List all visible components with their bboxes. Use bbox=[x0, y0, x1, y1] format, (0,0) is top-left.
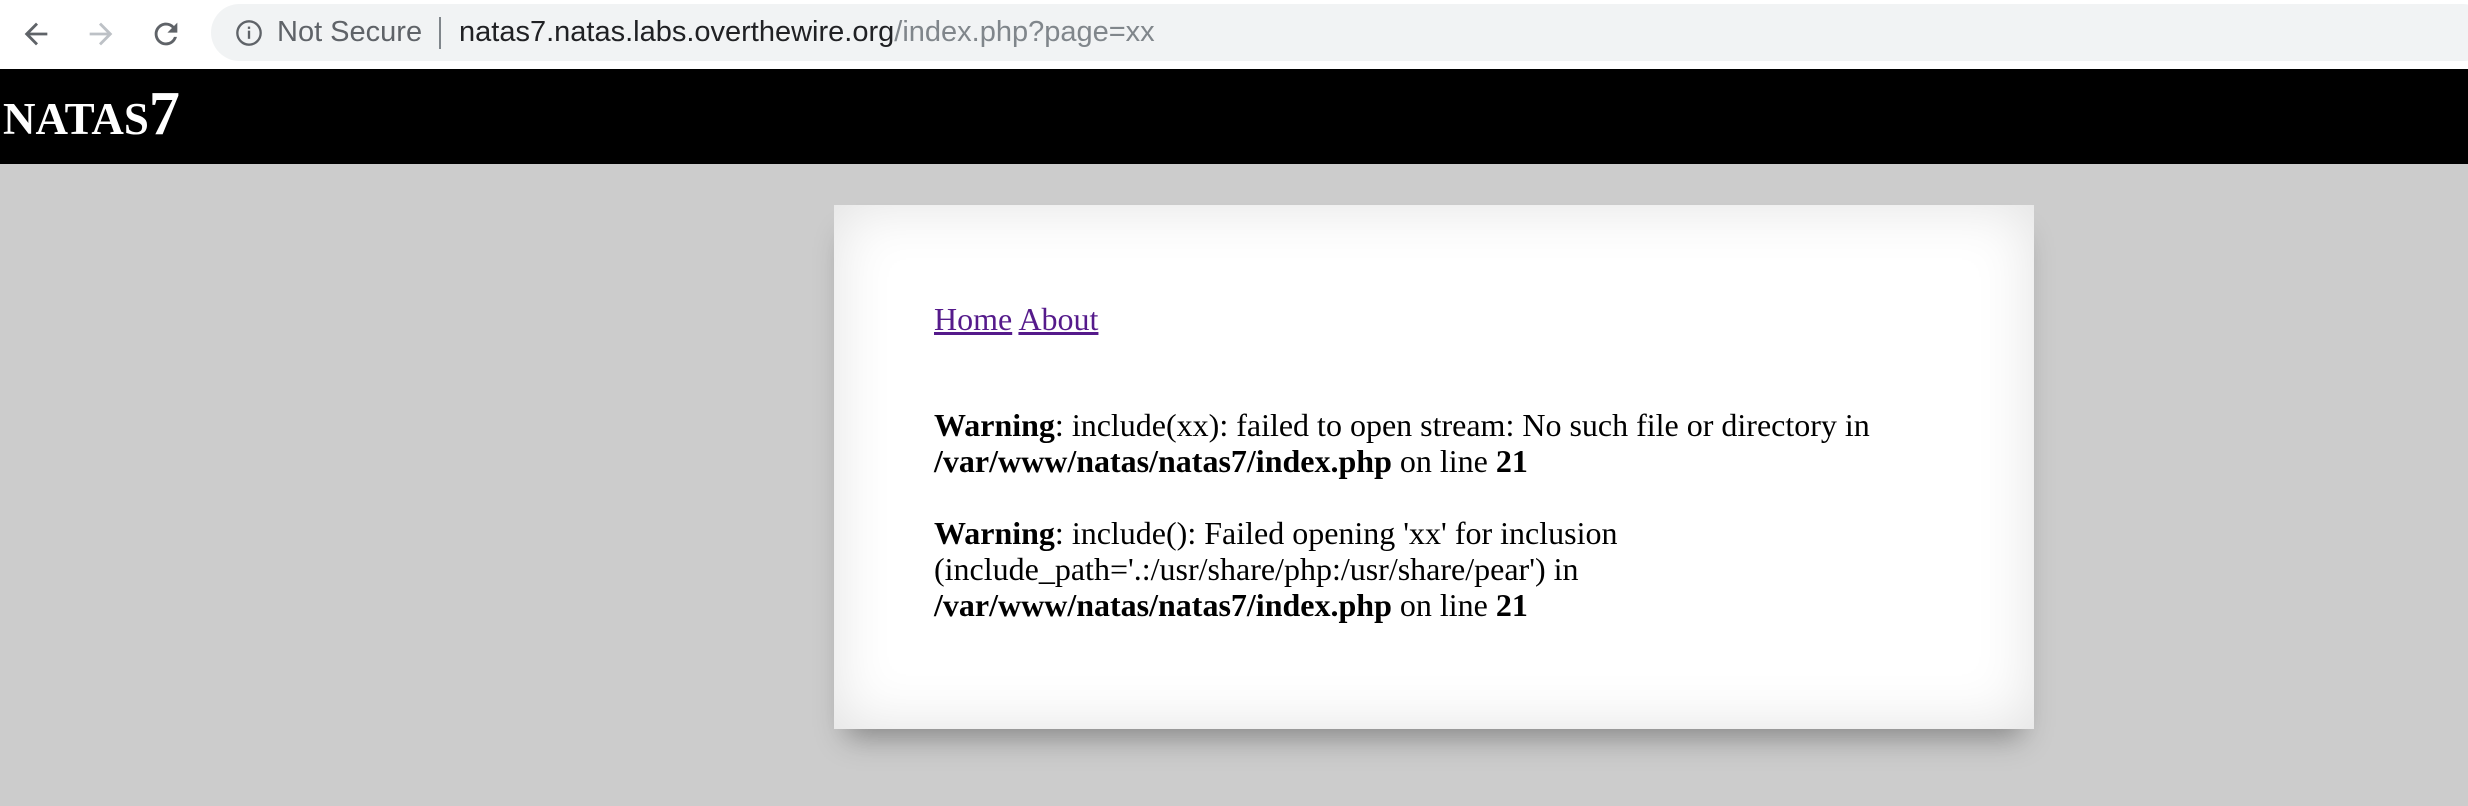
back-button[interactable] bbox=[12, 10, 60, 58]
warning-file-path: /var/www/natas/natas7/index.php bbox=[934, 443, 1392, 479]
reload-button[interactable] bbox=[142, 10, 190, 58]
url-text[interactable]: natas7.natas.labs.overthewire.org/index.… bbox=[459, 14, 1155, 50]
php-warning: Warning: include(xx): failed to open str… bbox=[934, 407, 1914, 479]
info-icon[interactable] bbox=[235, 19, 263, 47]
warning-label: Warning bbox=[934, 515, 1055, 551]
url-path: /index.php?page=xx bbox=[894, 16, 1155, 48]
php-warning: Warning: include(): Failed opening 'xx' … bbox=[934, 515, 1914, 623]
warning-on-line: on line bbox=[1391, 443, 1496, 479]
url-host: natas7.natas.labs.overthewire.org bbox=[459, 16, 895, 48]
omnibox-divider bbox=[439, 17, 441, 49]
browser-toolbar: Not Secure natas7.natas.labs.overthewire… bbox=[0, 0, 2468, 69]
site-title-prefix: NATAS bbox=[3, 94, 149, 144]
site-title-number: 7 bbox=[148, 80, 180, 148]
site-title: NATAS7 bbox=[3, 83, 180, 145]
warning-line-number: 21 bbox=[1495, 587, 1528, 623]
forward-arrow-icon bbox=[89, 22, 113, 46]
warning-message: : include(xx): failed to open stream: No… bbox=[1054, 407, 1870, 443]
security-status[interactable]: Not Secure bbox=[277, 14, 422, 50]
back-arrow-icon bbox=[24, 22, 48, 46]
warning-on-line: on line bbox=[1391, 587, 1496, 623]
home-link[interactable]: Home bbox=[934, 301, 1012, 337]
warning-label: Warning bbox=[934, 407, 1055, 443]
nav-links: Home About bbox=[934, 301, 2034, 337]
warning-line-number: 21 bbox=[1495, 443, 1528, 479]
warning-file-path: /var/www/natas/natas7/index.php bbox=[934, 587, 1392, 623]
content-panel: Home About Warning: include(xx): failed … bbox=[834, 205, 2034, 729]
reload-icon bbox=[154, 22, 178, 46]
about-link[interactable]: About bbox=[1018, 301, 1098, 337]
address-bar[interactable]: Not Secure natas7.natas.labs.overthewire… bbox=[211, 4, 2468, 61]
forward-button[interactable] bbox=[77, 10, 125, 58]
page-header: NATAS7 bbox=[0, 69, 2468, 164]
